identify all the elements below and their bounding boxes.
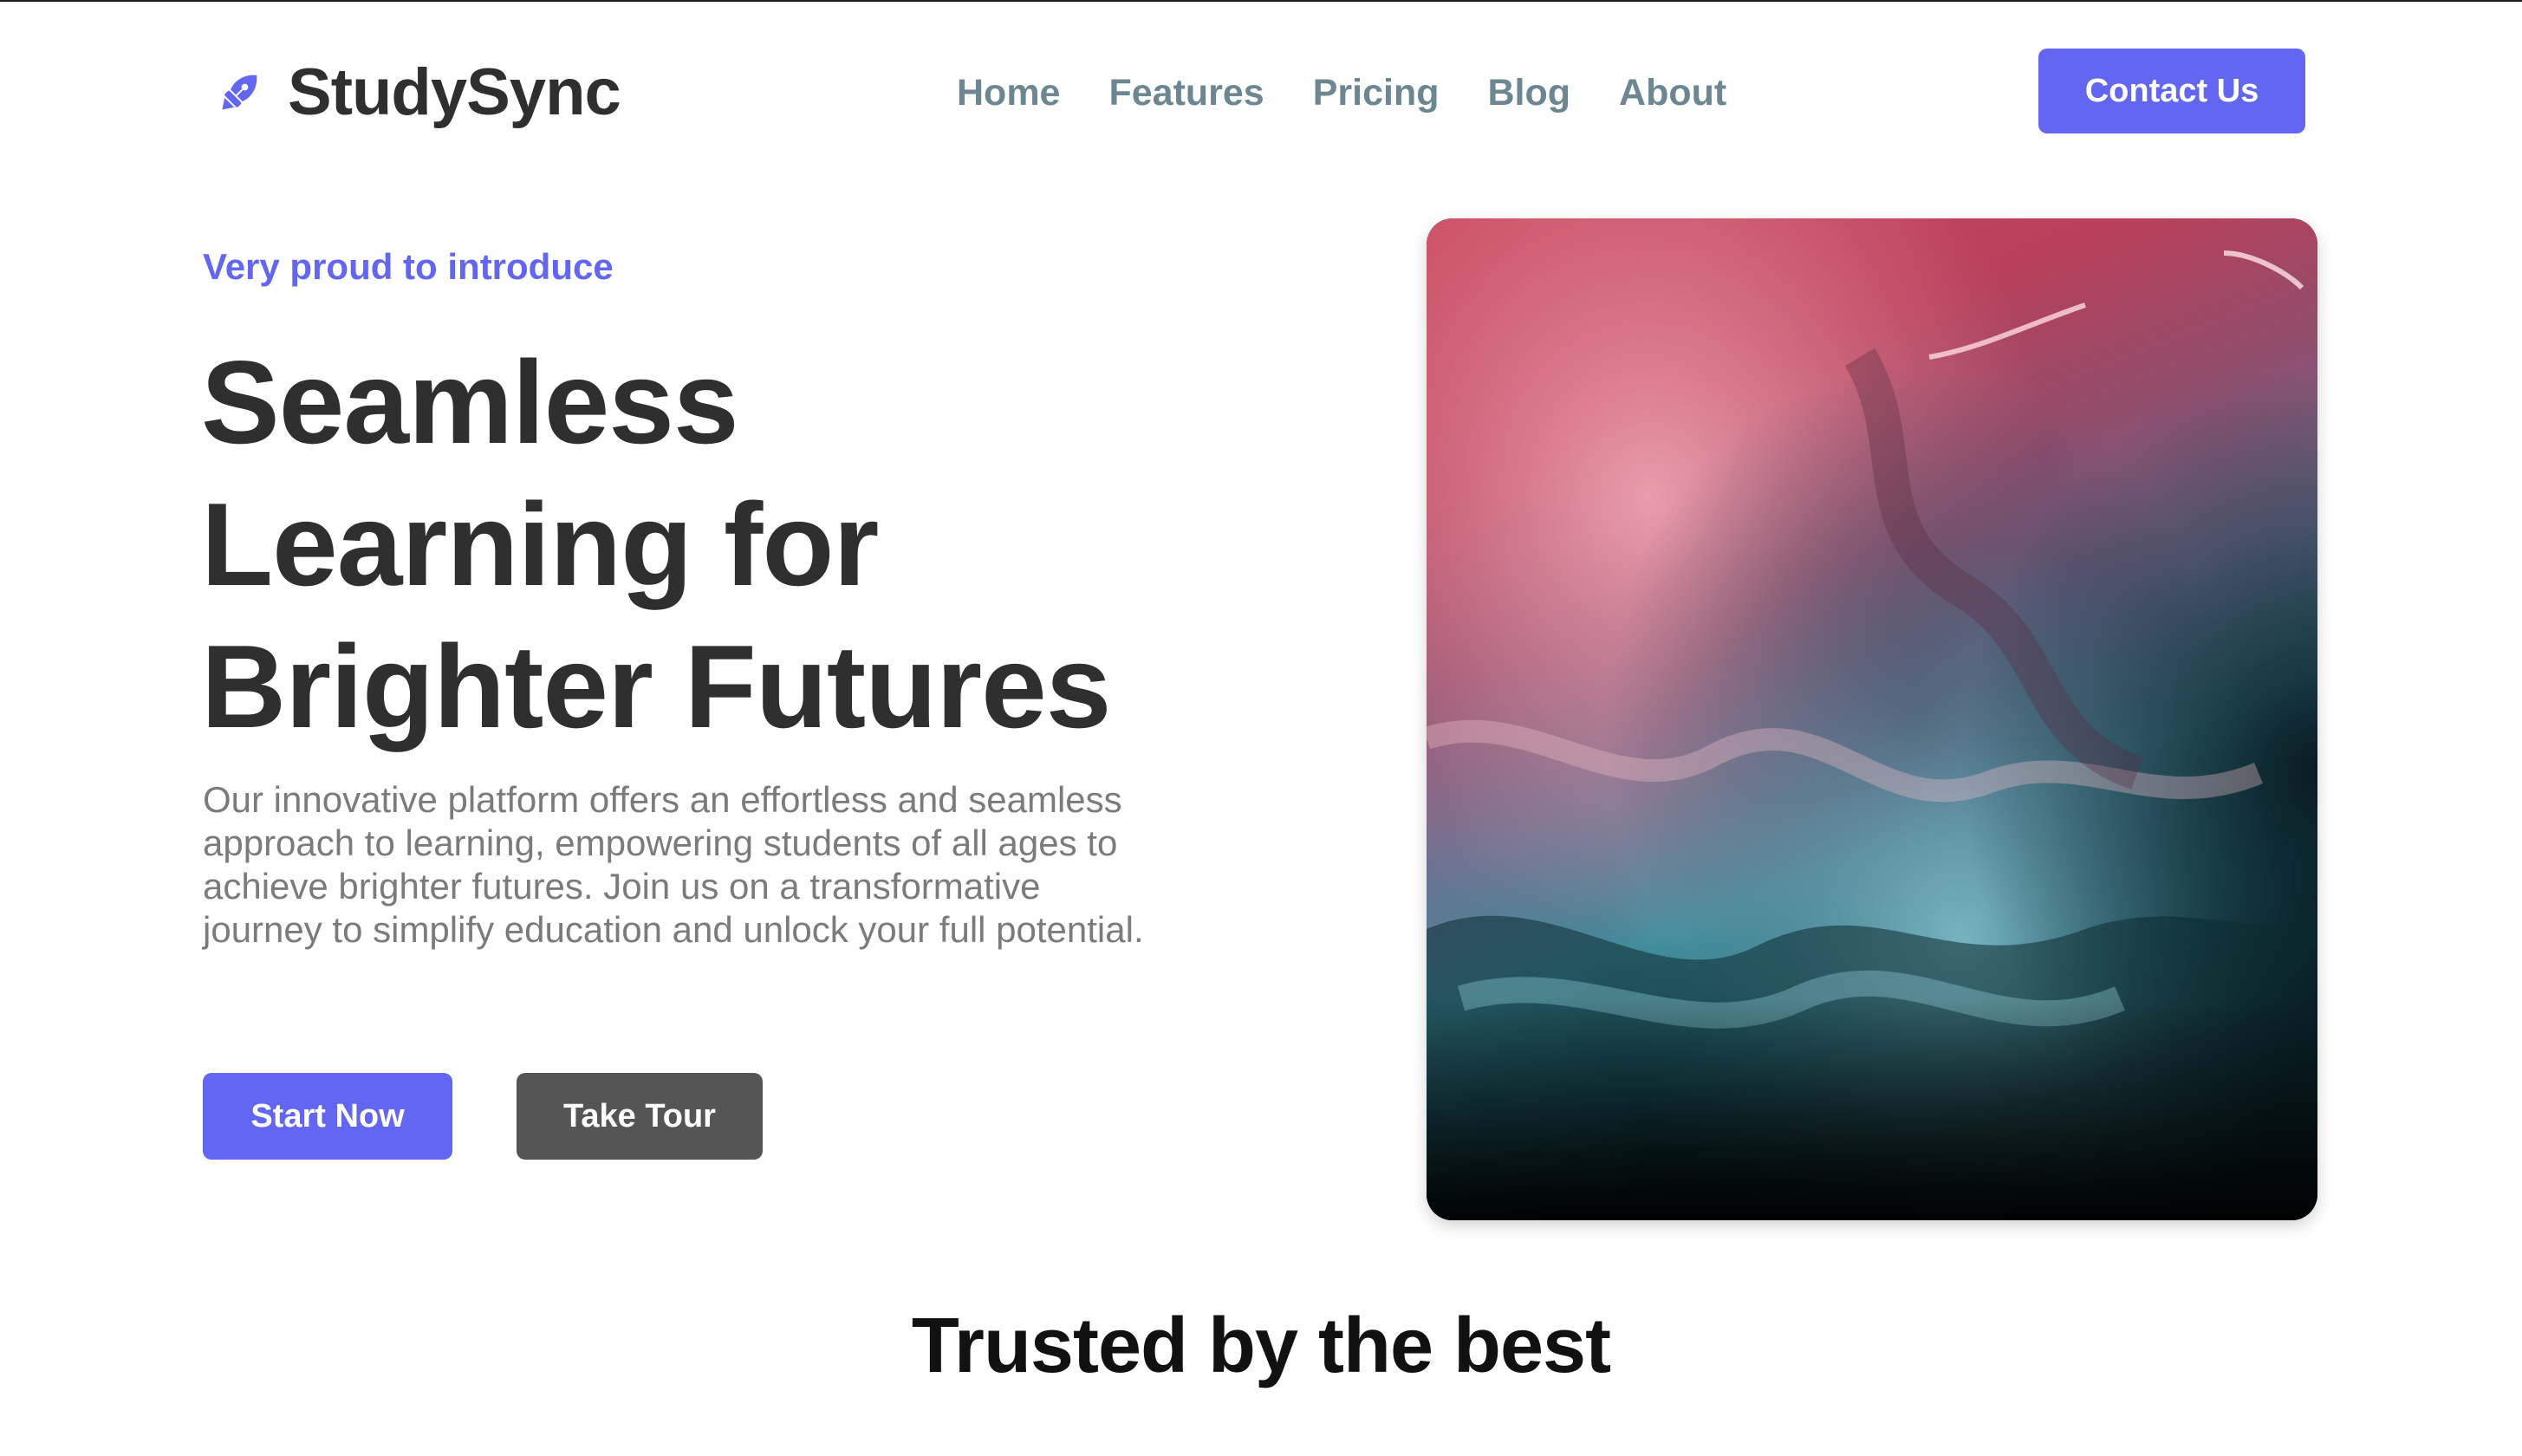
hero-eyebrow: Very proud to introduce	[203, 246, 614, 287]
main-nav: Home Features Pricing Blog About	[957, 62, 1726, 123]
abstract-fluid-art-image	[1427, 218, 2317, 1220]
brand-name: StudySync	[288, 55, 621, 129]
fountain-pen-icon	[222, 75, 257, 110]
hero-description: Our innovative platform offers an effort…	[203, 779, 1144, 950]
hero-image	[1427, 218, 2317, 1220]
start-now-button[interactable]: Start Now	[203, 1073, 452, 1160]
contact-us-button[interactable]: Contact Us	[2038, 49, 2305, 133]
nav-item-features[interactable]: Features	[1108, 72, 1264, 114]
nav-item-about[interactable]: About	[1619, 72, 1726, 114]
nav-item-pricing[interactable]: Pricing	[1313, 72, 1440, 114]
nav-item-blog[interactable]: Blog	[1487, 72, 1570, 114]
hero-headline-line-3: Brighter Futures	[201, 621, 1111, 752]
take-tour-button[interactable]: Take Tour	[517, 1073, 763, 1160]
trusted-section-title: Trusted by the best	[911, 1303, 1611, 1389]
nav-item-home[interactable]: Home	[957, 72, 1060, 114]
brand-logo[interactable]: StudySync	[213, 50, 621, 133]
hero-headline-line-1: Seamless	[201, 336, 739, 468]
landing-page: StudySync Home Features Pricing Blog Abo…	[0, 0, 2522, 1456]
hero-headline: Seamless Learning for Brighter Futures	[201, 331, 1241, 757]
hero-headline-line-2: Learning for	[201, 478, 879, 610]
